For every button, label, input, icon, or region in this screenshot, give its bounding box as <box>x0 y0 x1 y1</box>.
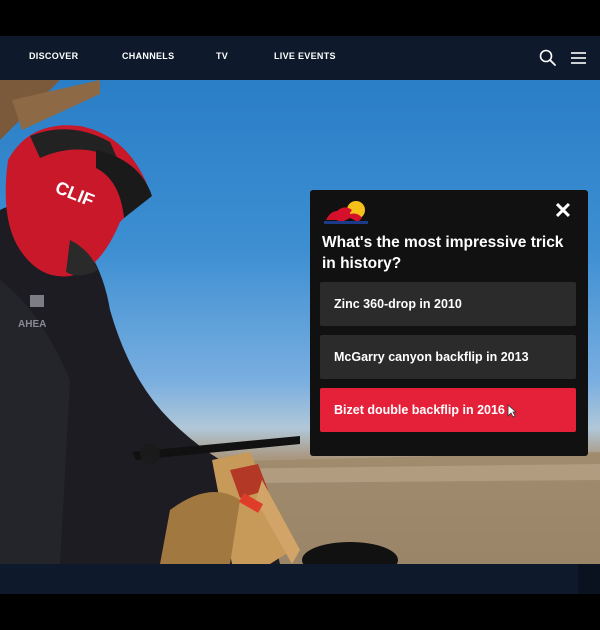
bottom-bar <box>0 564 600 594</box>
bottom-corner <box>578 564 600 594</box>
poll-question: What's the most impressive trick in hist… <box>322 234 564 272</box>
nav-channels[interactable]: CHANNELS <box>122 51 174 61</box>
bottom-letterbox <box>0 594 600 630</box>
close-icon[interactable]: ✕ <box>550 198 576 224</box>
top-navbar: DISCOVER CHANNELS TV LIVE EVENTS <box>0 36 600 80</box>
red-bull-logo-icon <box>322 198 374 226</box>
poll-option-1[interactable]: Zinc 360-drop in 2010 <box>320 282 576 326</box>
top-letterbox <box>0 0 600 36</box>
nav-tv[interactable]: TV <box>216 51 228 61</box>
poll-option-2[interactable]: McGarry canyon backflip in 2013 <box>320 335 576 379</box>
search-icon[interactable] <box>538 48 558 68</box>
mouse-cursor-icon <box>507 404 518 423</box>
nav-live-events[interactable]: LIVE EVENTS <box>274 51 336 61</box>
poll-option-3-selected[interactable]: Bizet double backflip in 2016 <box>320 388 576 432</box>
nav-discover[interactable]: DISCOVER <box>29 51 78 61</box>
svg-text:AHEA: AHEA <box>18 319 46 330</box>
menu-icon[interactable] <box>569 48 589 68</box>
poll-overlay: ✕ What's the most impressive trick in hi… <box>310 190 588 456</box>
